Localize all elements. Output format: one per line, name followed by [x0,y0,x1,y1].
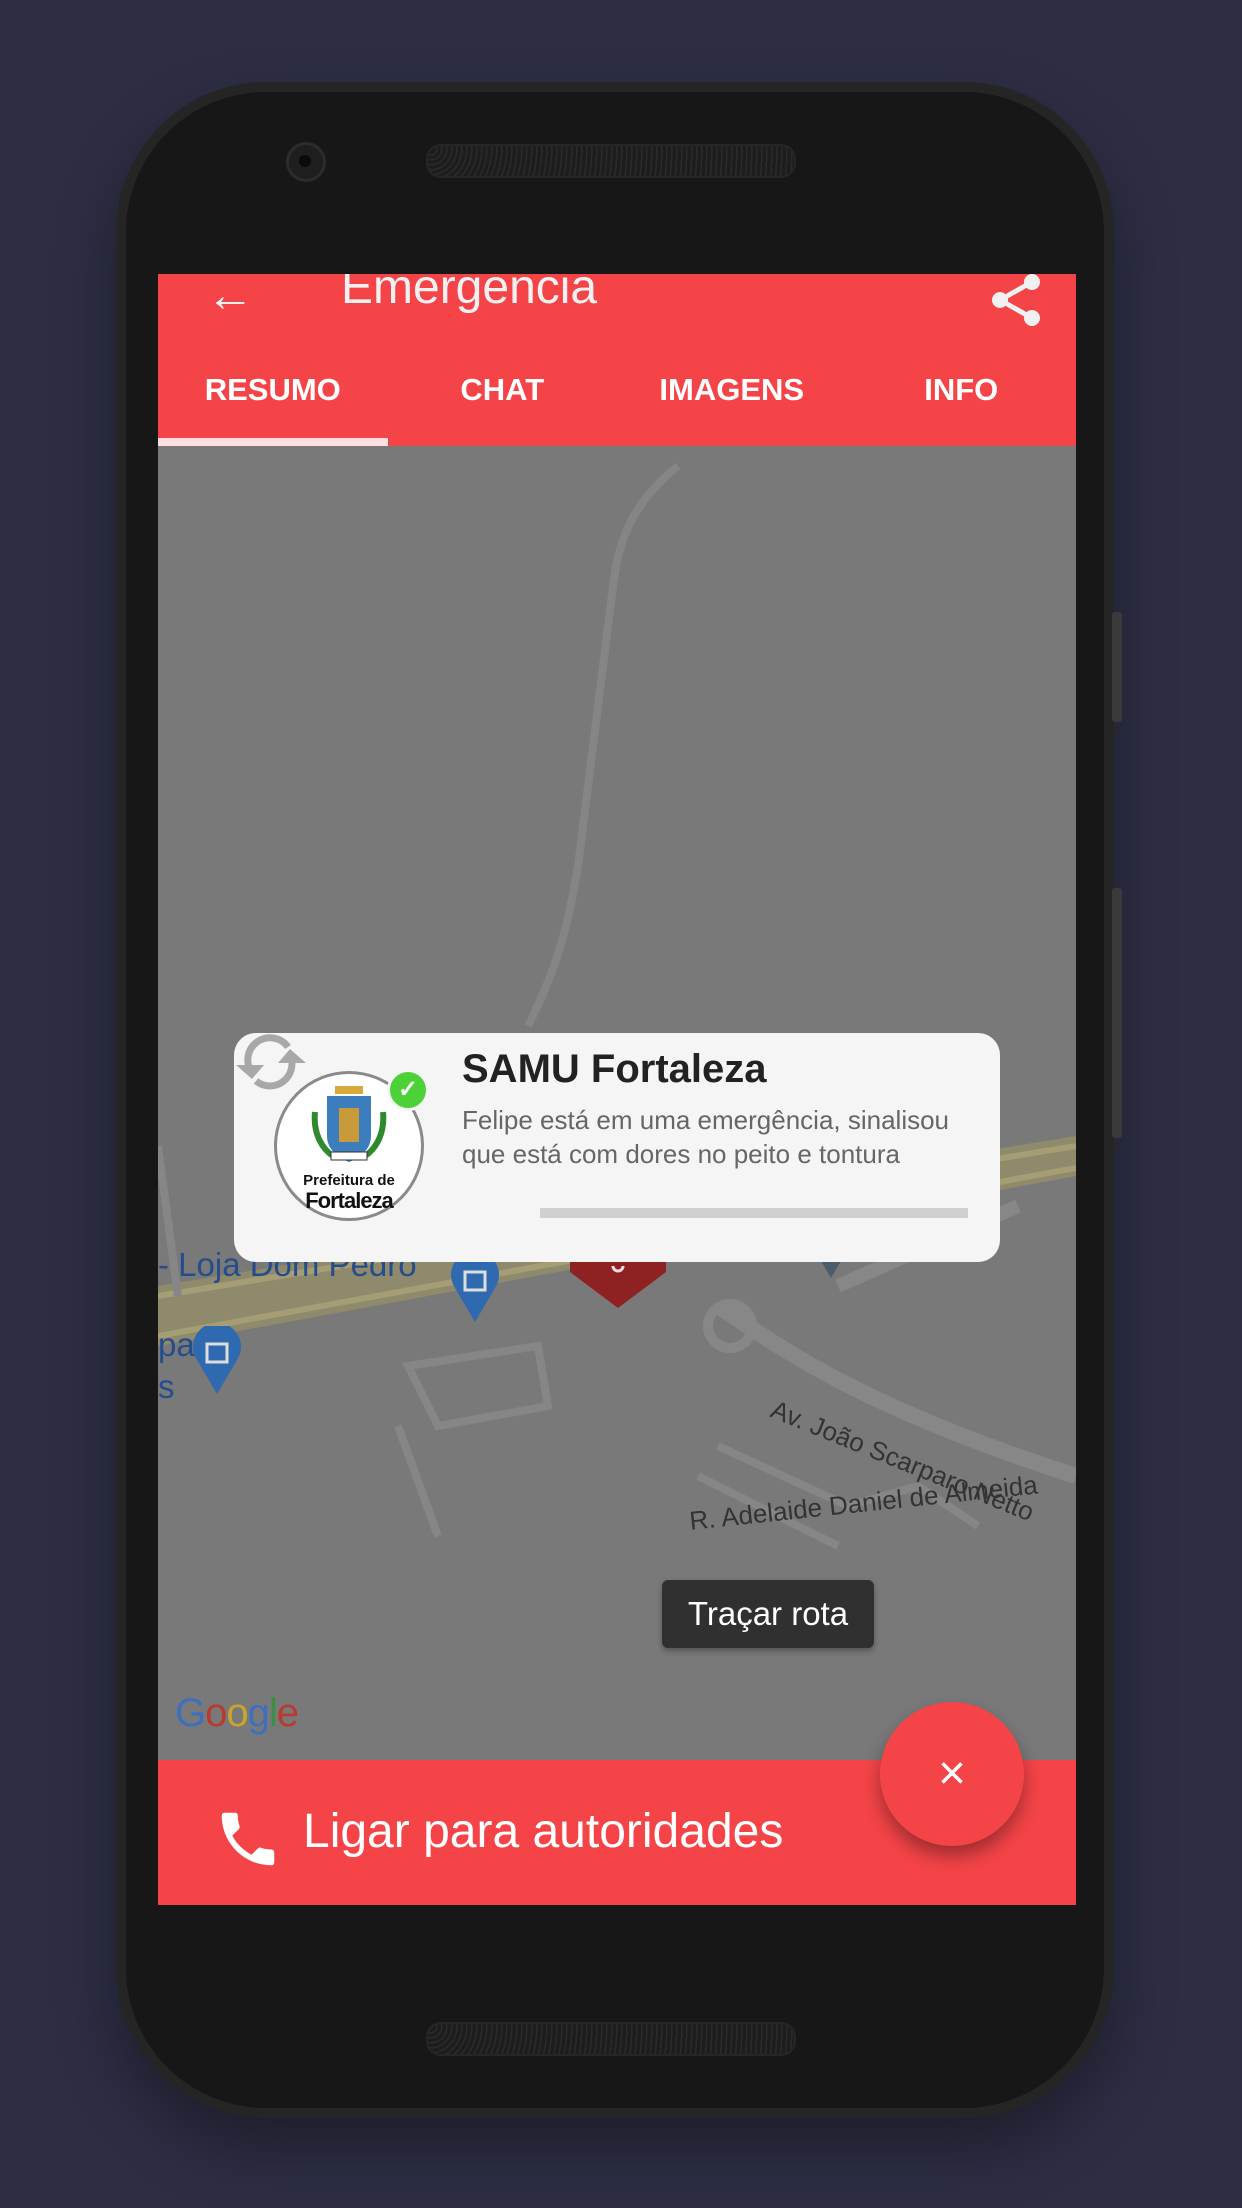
close-fab-button[interactable]: × [880,1702,1024,1846]
app-screen: ← Emergencia RESUMO CHAT IMAGENS INFO - … [158,274,1076,1905]
front-camera [286,142,326,182]
map-label-partial-pa: pa [158,1326,195,1363]
card-description: Felipe está em uma emergência, sinalisou… [462,1105,950,1169]
tab-info[interactable]: INFO [847,364,1077,446]
map-label-partial-s: s [158,1368,175,1405]
tab-bar: RESUMO CHAT IMAGENS INFO [158,364,1076,446]
sync-icon [236,1034,306,1090]
coat-of-arms-icon [311,1086,387,1162]
shopping-pin-icon[interactable] [450,1254,500,1324]
phone-icon [221,1812,275,1866]
share-icon[interactable] [986,274,1046,335]
app-bar: ← Emergencia RESUMO CHAT IMAGENS INFO [158,274,1076,446]
emergency-card[interactable]: Prefeitura de Fortaleza ✓ SAMU Fortaleza… [234,1033,1000,1262]
close-icon: × [937,1747,967,1800]
active-tab-indicator [158,438,388,446]
top-speaker [426,144,796,178]
tab-imagens[interactable]: IMAGENS [617,364,847,446]
progress-bar [540,1208,968,1218]
volume-button [1112,888,1122,1138]
arrow-left-icon[interactable]: ← [206,274,254,323]
call-button-label: Ligar para autoridades [303,1805,784,1858]
google-logo: Google [175,1691,299,1735]
shopping-pin-icon[interactable] [192,1326,242,1396]
logo-text: Fortaleza [305,1188,394,1213]
page-title: Emergencia [341,274,598,314]
power-button [1112,612,1122,722]
bottom-speaker [426,2022,796,2056]
logo-text: Prefeitura de [303,1172,395,1189]
verified-check-icon: ✓ [387,1069,429,1111]
tab-chat[interactable]: CHAT [388,364,618,446]
tab-resumo[interactable]: RESUMO [158,364,388,446]
toolbar: ← Emergencia [158,274,1076,334]
map-view[interactable]: SP-065 Rod. Dom Pedro I - Loja Dom Pedro… [158,446,1076,1838]
card-title: SAMU Fortaleza [462,1047,767,1091]
route-tooltip: Traçar rota [662,1580,874,1648]
